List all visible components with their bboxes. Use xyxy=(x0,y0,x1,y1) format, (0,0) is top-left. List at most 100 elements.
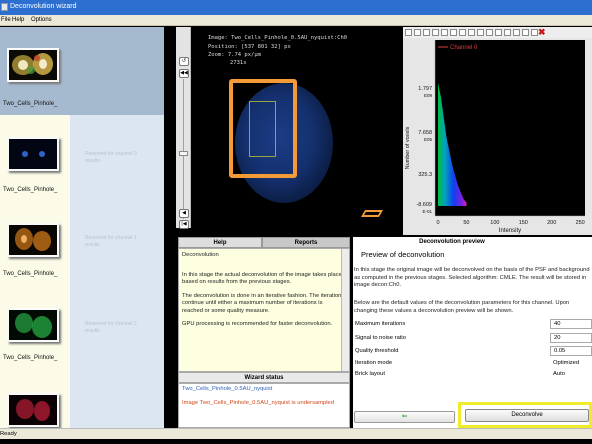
histogram-chart: Channel 0 Number of voxels Intensity 1.7… xyxy=(403,38,592,235)
bar-plot-icon[interactable] xyxy=(441,29,448,36)
copy-icon[interactable] xyxy=(495,29,502,36)
slice-slider-knob[interactable] xyxy=(179,151,188,156)
print-icon[interactable] xyxy=(504,29,511,36)
first-slice-button[interactable]: |◀ xyxy=(179,220,189,229)
channel-note-2: Reserved for channel 1 results xyxy=(85,235,137,248)
channel-thumbnail-0[interactable] xyxy=(7,48,59,82)
app-icon xyxy=(1,3,8,11)
line-plot-icon[interactable] xyxy=(432,29,439,36)
snr-field[interactable]: 20 xyxy=(550,333,592,343)
x-tick-label-1: 50 xyxy=(463,220,469,226)
wizard-status-log: Two_Cells_Pinhole_0.5AU_nyquist Image Tw… xyxy=(178,383,350,428)
position-label: Position: [537 801 32] px xyxy=(208,44,291,50)
channel-sidebar: Two_Cells_Pinhole_ Two_Cells_Pinhole_ Re… xyxy=(0,27,164,428)
x-tick-label-4: 200 xyxy=(547,220,556,226)
y-tick-exponent-1: E05 xyxy=(424,137,433,142)
status-text: Ready xyxy=(0,431,17,437)
deconvolution-panel: Deconvolution preview Preview of deconvo… xyxy=(353,237,592,428)
thumbnail-image-4 xyxy=(9,395,57,425)
back-button[interactable]: ⇐ xyxy=(354,411,455,423)
help-title: Deconvolution xyxy=(182,252,219,258)
image-label: Image: Two_Cells_Pinhole_0.5AU_nyquist:C… xyxy=(208,35,348,41)
close-icon[interactable]: ✖ xyxy=(538,27,546,38)
status-warning-line: Image Two_Cells_Pinhole_0.5AU_nyquist is… xyxy=(182,399,334,406)
param-label-quality: Quality threshold xyxy=(355,348,399,354)
thumbnail-image-3 xyxy=(9,310,57,340)
help-scrollbar[interactable] xyxy=(341,249,349,371)
channel-thumbnail-4[interactable] xyxy=(7,393,59,427)
channel-name-3[interactable]: Two_Cells_Pinhole_ xyxy=(3,355,57,361)
zoom-in-icon[interactable] xyxy=(414,29,421,36)
menu-help[interactable]: Help xyxy=(12,17,24,23)
param-label-max-iterations: Maximum iterations xyxy=(355,321,406,327)
area-plot-icon[interactable] xyxy=(450,29,457,36)
export-icon[interactable] xyxy=(513,29,520,36)
info-icon[interactable] xyxy=(531,29,538,36)
deconvolution-heading: Preview of deconvolution xyxy=(361,250,445,259)
cursor-icon[interactable] xyxy=(477,29,484,36)
channel-thumbnail-1[interactable] xyxy=(7,137,59,171)
iteration-mode-select[interactable]: Optimized xyxy=(553,360,579,366)
channel-name-1[interactable]: Two_Cells_Pinhole_ xyxy=(3,187,57,193)
preview-region-inner[interactable] xyxy=(249,101,276,157)
slice-slider-track[interactable] xyxy=(183,79,184,219)
image-viewer[interactable]: Image: Two_Cells_Pinhole_0.5AU_nyquist:C… xyxy=(193,27,401,234)
help-text: Deconvolution In this stage the actual d… xyxy=(178,248,350,372)
deconvolution-note: Below are the default values of the deco… xyxy=(354,300,570,314)
help-paragraph-2: GPU processing is recommended for faster… xyxy=(182,321,333,327)
rewind-button[interactable]: ◀◀ xyxy=(179,69,189,78)
previous-slice-button[interactable]: ◀ xyxy=(179,209,189,218)
viewer-toolbar: ↺ ◀◀ ◀ |◀ xyxy=(176,27,191,229)
thumbnail-image-1 xyxy=(9,139,57,169)
zoom-label: Zoom: 7.74 px/μm xyxy=(208,52,261,58)
param-label-iteration-mode: Iteration mode xyxy=(355,360,393,366)
channel-name-2[interactable]: Two_Cells_Pinhole_ xyxy=(3,271,57,277)
max-iterations-field[interactable]: 40 xyxy=(550,319,592,329)
x-tick-label-2: 100 xyxy=(490,220,499,226)
menu-options[interactable]: Options xyxy=(31,17,52,23)
channel-note-3: Reserved for channel 2 results xyxy=(85,321,137,334)
status-ok-line: Two_Cells_Pinhole_0.5AU_nyquist xyxy=(182,386,273,392)
x-axis-label: Intensity xyxy=(499,228,521,234)
deconvolution-description: In this stage the original image will be… xyxy=(354,267,590,288)
histogram-panel: ✖ Channel 0 Number of voxels Intensity 1… xyxy=(403,27,592,235)
y-tick-label-0: 1.797 xyxy=(418,86,432,92)
tab-help[interactable]: Help xyxy=(178,237,262,248)
deconvolve-button[interactable]: Deconvolve xyxy=(465,409,589,422)
log-scale-icon[interactable] xyxy=(405,29,412,36)
y-tick-label-3: -8.609 xyxy=(416,202,432,208)
wizard-status-title: Wizard status xyxy=(178,372,350,383)
thumbnail-image-0 xyxy=(9,50,57,80)
y-axis-label: Number of voxels xyxy=(405,126,411,169)
x-tick-label-5: 250 xyxy=(576,220,585,226)
y-tick-label-2: 325.3 xyxy=(418,172,432,178)
menu-file[interactable]: File xyxy=(1,17,11,23)
help-paragraph-0: In this stage the actual deconvolution o… xyxy=(182,271,344,286)
status-bar: Ready xyxy=(0,428,592,439)
deconvolution-preview-label: Deconvolution preview xyxy=(419,239,485,245)
tab-reports[interactable]: Reports xyxy=(262,237,350,248)
settings-icon[interactable] xyxy=(522,29,529,36)
reset-view-button[interactable]: ↺ xyxy=(179,57,189,66)
menu-bar: File Help Options xyxy=(0,15,592,26)
legend-label: Channel 0 xyxy=(450,45,478,51)
zoom-out-icon[interactable] xyxy=(423,29,430,36)
channel-note-1: Reserved for channel 0 results xyxy=(85,151,137,164)
x-tick-label-3: 150 xyxy=(519,220,528,226)
grid-icon[interactable] xyxy=(468,29,475,36)
y-tick-exponent-3: E-01 xyxy=(422,209,432,214)
help-panel: Help Reports Deconvolution In this stage… xyxy=(178,237,350,428)
histogram-toolbar: ✖ xyxy=(403,27,592,38)
save-icon[interactable] xyxy=(486,29,493,36)
quality-threshold-field[interactable]: 0.05 xyxy=(550,346,592,356)
navigation-marker[interactable] xyxy=(360,210,384,217)
y-tick-exponent-0: E09 xyxy=(424,93,433,98)
channel-thumbnail-2[interactable] xyxy=(7,223,59,257)
brick-layout-select[interactable]: Auto xyxy=(553,371,565,377)
channel-name-0[interactable]: Two_Cells_Pinhole_ xyxy=(3,101,57,107)
channel-thumbnail-3[interactable] xyxy=(7,308,59,342)
window-title: Deconvolution wizard xyxy=(10,3,77,10)
param-label-snr: Signal to noise ratio xyxy=(355,335,406,341)
fit-icon[interactable] xyxy=(459,29,466,36)
y-tick-label-1: 7.658 xyxy=(418,130,432,136)
